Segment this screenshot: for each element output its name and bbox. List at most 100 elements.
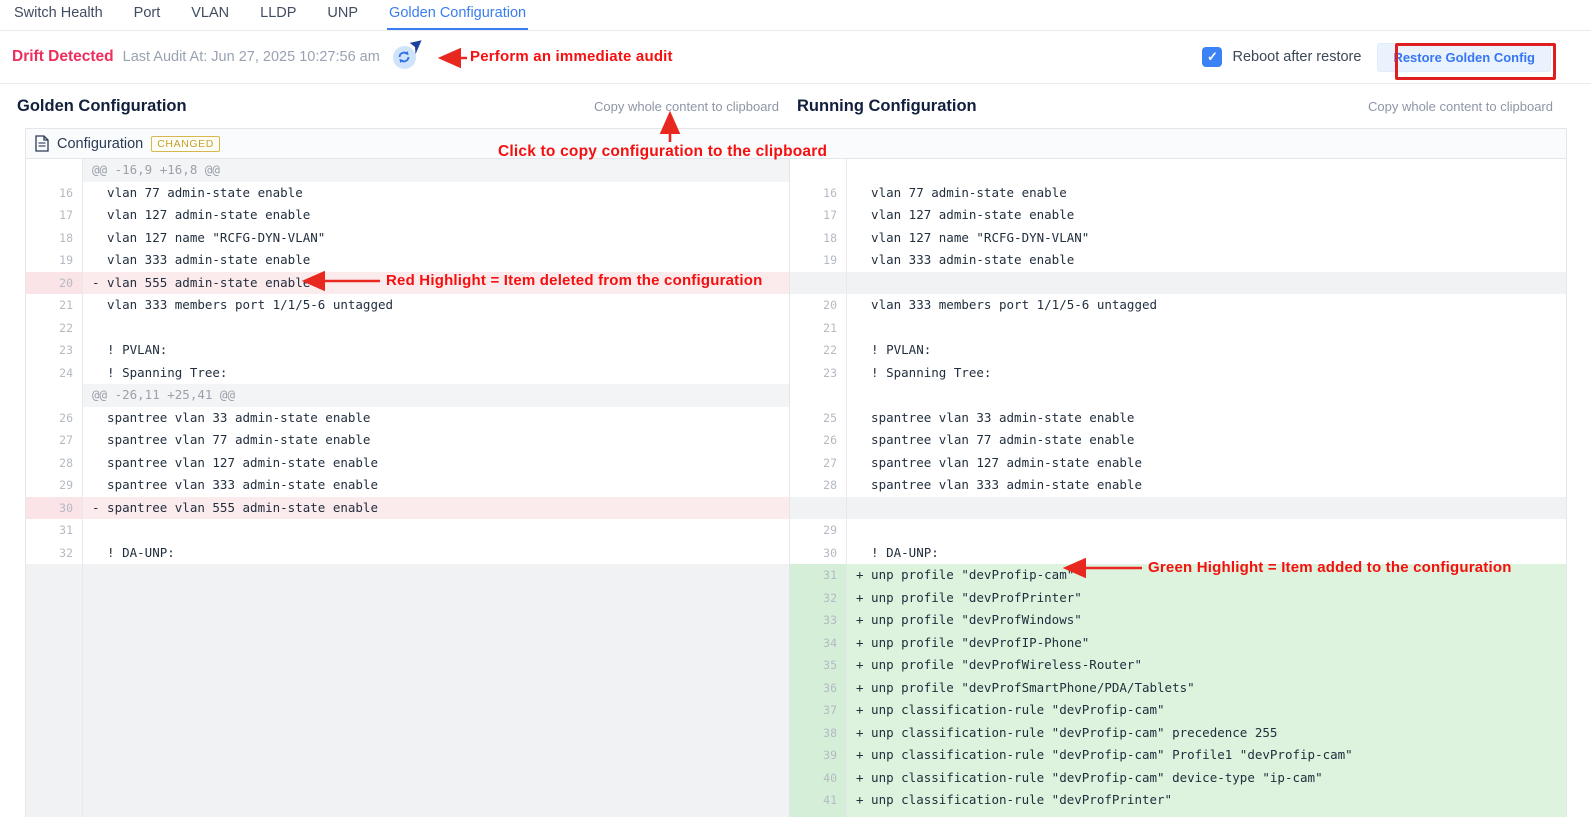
tab-switch-health[interactable]: Switch Health xyxy=(12,0,105,30)
line-number: 32 xyxy=(26,542,83,565)
line-number xyxy=(790,159,847,182)
line-number: 30 xyxy=(790,542,847,565)
added-line: 41+ unp classification-rule "devProfPrin… xyxy=(790,789,1566,812)
line-number xyxy=(26,767,83,790)
golden-configuration-title: Golden Configuration xyxy=(17,97,187,116)
tab-golden-configuration[interactable]: Golden Configuration xyxy=(387,0,528,30)
code-text: spantree vlan 33 admin-state enable xyxy=(83,407,789,430)
context-line: 28 spantree vlan 127 admin-state enable xyxy=(26,452,789,475)
line-number: 24 xyxy=(26,362,83,385)
line-number: 31 xyxy=(790,564,847,587)
placeholder-line xyxy=(26,699,789,722)
context-line: 23 ! Spanning Tree: xyxy=(790,362,1566,385)
code-text xyxy=(847,272,1566,295)
context-line: 16 vlan 77 admin-state enable xyxy=(26,182,789,205)
golden-config-diff-panel: @@ -16,9 +16,8 @@16 vlan 77 admin-state … xyxy=(26,159,790,817)
code-text xyxy=(83,677,789,700)
tab-port[interactable]: Port xyxy=(132,0,163,30)
diff-section-label: Configuration xyxy=(57,136,143,152)
code-text: ! PVLAN: xyxy=(847,339,1566,362)
code-text: spantree vlan 77 admin-state enable xyxy=(847,429,1566,452)
context-line: 23 ! PVLAN: xyxy=(26,339,789,362)
context-line: 22 ! PVLAN: xyxy=(790,339,1566,362)
running-configuration-title: Running Configuration xyxy=(797,97,977,116)
placeholder-line xyxy=(26,812,789,817)
line-number: 19 xyxy=(790,249,847,272)
cursor-icon xyxy=(408,39,422,55)
added-line: 37+ unp classification-rule "devProfip-c… xyxy=(790,699,1566,722)
code-text: vlan 333 members port 1/1/5-6 untagged xyxy=(847,294,1566,317)
context-line: 17 vlan 127 admin-state enable xyxy=(26,204,789,227)
code-text: vlan 127 admin-state enable xyxy=(847,204,1566,227)
line-number xyxy=(26,587,83,610)
deleted-line: 30- spantree vlan 555 admin-state enable xyxy=(26,497,789,520)
context-line: 19 vlan 333 admin-state enable xyxy=(26,249,789,272)
line-number xyxy=(26,384,83,407)
empty-line xyxy=(790,384,1566,407)
context-line: 28 spantree vlan 333 admin-state enable xyxy=(790,474,1566,497)
context-line: 22 xyxy=(26,317,789,340)
code-text: vlan 127 admin-state enable xyxy=(83,204,789,227)
line-number: 37 xyxy=(790,699,847,722)
code-text xyxy=(83,317,789,340)
context-line: 17 vlan 127 admin-state enable xyxy=(790,204,1566,227)
restore-golden-config-button[interactable]: Restore Golden Config xyxy=(1377,43,1551,72)
line-number: 22 xyxy=(26,317,83,340)
code-text xyxy=(83,789,789,812)
run-audit-icon[interactable] xyxy=(393,46,416,69)
line-number: 28 xyxy=(790,474,847,497)
code-text xyxy=(847,812,1566,817)
code-text: spantree vlan 77 admin-state enable xyxy=(83,429,789,452)
line-number: 41 xyxy=(790,789,847,812)
line-number: 39 xyxy=(790,744,847,767)
code-text: vlan 333 admin-state enable xyxy=(847,249,1566,272)
code-text: - vlan 555 admin-state enable xyxy=(83,272,789,295)
line-number xyxy=(790,272,847,295)
placeholder-line xyxy=(26,789,789,812)
code-text: + unp profile "devProfIP-Phone" xyxy=(847,632,1566,655)
context-line: 20 vlan 333 members port 1/1/5-6 untagge… xyxy=(790,294,1566,317)
placeholder-line xyxy=(26,564,789,587)
tab-vlan[interactable]: VLAN xyxy=(189,0,231,30)
copy-running-content-link[interactable]: Copy whole content to clipboard xyxy=(1368,99,1553,114)
context-line: 18 vlan 127 name "RCFG-DYN-VLAN" xyxy=(26,227,789,250)
drift-status-bar: Drift Detected Last Audit At: Jun 27, 20… xyxy=(0,31,1591,84)
code-text xyxy=(83,767,789,790)
placeholder-line xyxy=(26,744,789,767)
line-number: 32 xyxy=(790,587,847,610)
tab-unp[interactable]: UNP xyxy=(325,0,360,30)
hunk-header-line: @@ -26,11 +25,41 @@ xyxy=(26,384,789,407)
reboot-after-restore-label: Reboot after restore xyxy=(1232,49,1361,65)
code-text: + unp profile "devProfWindows" xyxy=(847,609,1566,632)
line-number xyxy=(26,609,83,632)
code-text xyxy=(83,564,789,587)
code-text xyxy=(847,384,1566,407)
code-text: vlan 77 admin-state enable xyxy=(83,182,789,205)
line-number: 36 xyxy=(790,677,847,700)
code-text xyxy=(83,632,789,655)
copy-golden-content-link[interactable]: Copy whole content to clipboard xyxy=(594,99,779,114)
line-number: 17 xyxy=(26,204,83,227)
added-line: 40+ unp classification-rule "devProfip-c… xyxy=(790,767,1566,790)
line-number xyxy=(790,497,847,520)
context-line: 24 ! Spanning Tree: xyxy=(26,362,789,385)
reboot-after-restore-checkbox[interactable]: ✓ xyxy=(1202,47,1222,67)
code-text: spantree vlan 333 admin-state enable xyxy=(83,474,789,497)
line-number: 30 xyxy=(26,497,83,520)
code-text: + unp classification-rule "devProfip-cam… xyxy=(847,722,1566,745)
code-text: ! Spanning Tree: xyxy=(847,362,1566,385)
code-text: @@ -16,9 +16,8 @@ xyxy=(83,159,789,182)
line-number: 18 xyxy=(790,227,847,250)
line-number: 38 xyxy=(790,722,847,745)
code-text: ! PVLAN: xyxy=(83,339,789,362)
added-line: 35+ unp profile "devProfWireless-Router" xyxy=(790,654,1566,677)
code-text: ! DA-UNP: xyxy=(83,542,789,565)
context-line: 29 xyxy=(790,519,1566,542)
line-number: 18 xyxy=(26,227,83,250)
context-line: 19 vlan 333 admin-state enable xyxy=(790,249,1566,272)
line-number: 20 xyxy=(26,272,83,295)
tab-lldp[interactable]: LLDP xyxy=(258,0,298,30)
placeholder-line xyxy=(26,654,789,677)
code-text xyxy=(83,812,789,817)
line-number: 25 xyxy=(790,407,847,430)
